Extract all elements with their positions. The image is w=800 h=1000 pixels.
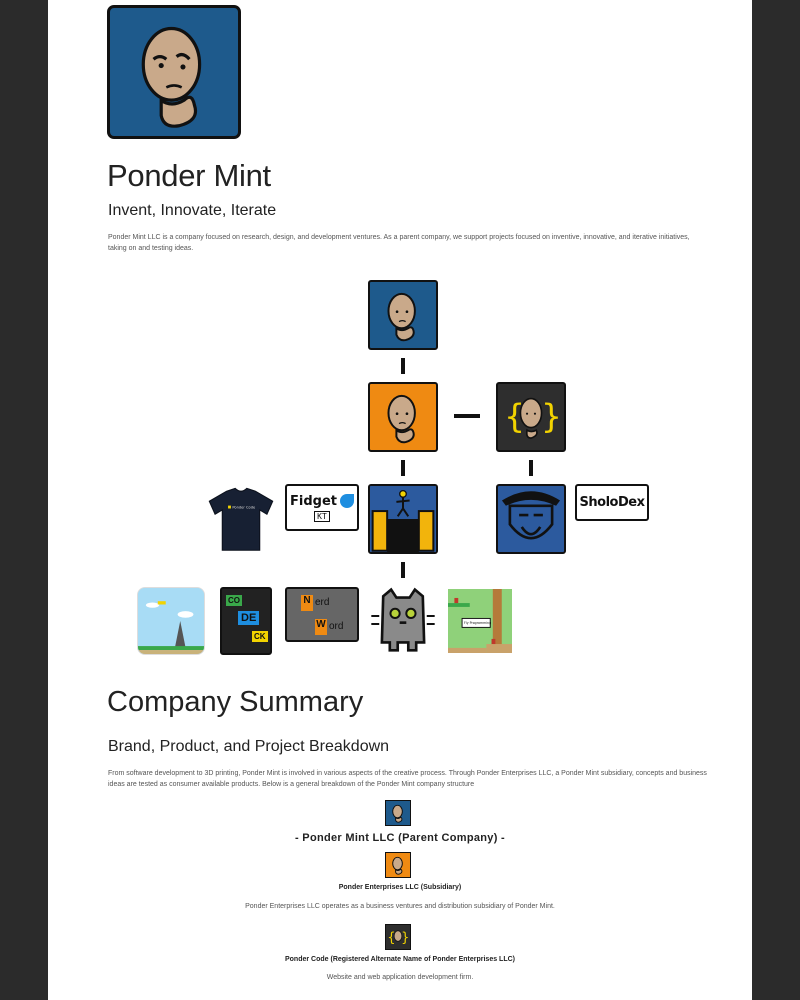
- pixel-cat-product[interactable]: [370, 585, 436, 655]
- parent-company-name: - Ponder Mint LLC (Parent Company) -: [294, 832, 506, 844]
- connector: [454, 414, 480, 418]
- page-subtitle: Invent, Innovate, Iterate: [108, 202, 277, 219]
- ponder-code-tile[interactable]: { }: [496, 382, 566, 452]
- code-braces-face-icon: { }: [505, 397, 562, 439]
- tshirt-icon: Ponder Code: [208, 487, 274, 551]
- summary-title: Company Summary: [107, 686, 364, 718]
- connector: [529, 460, 533, 476]
- fidget-sub-label: KT: [314, 510, 330, 522]
- connector: [401, 460, 405, 476]
- platformer-game[interactable]: Fly Programming: [448, 587, 512, 655]
- thinker-face-icon: [141, 26, 202, 128]
- ponder-code-small-logo: { }: [385, 924, 411, 950]
- ponder-code-description: Website and web application development …: [326, 974, 474, 981]
- summary-paragraph: From software development to 3D printing…: [108, 770, 707, 788]
- thinker-face-icon: [387, 292, 416, 342]
- ponder-mint-small-logo: [385, 800, 411, 826]
- shirt-text: Ponder Code: [232, 505, 256, 509]
- word-w: W: [315, 619, 327, 635]
- nerd-erd: erd: [315, 597, 330, 608]
- ponder-code-name: Ponder Code (Registered Alternate Name o…: [284, 956, 515, 963]
- word-ord: ord: [329, 621, 344, 632]
- sholodex-tile[interactable]: SholoDex: [575, 484, 649, 521]
- subsidiary-description: Ponder Enterprises LLC operates as a bus…: [245, 903, 555, 910]
- platformer-scene-icon: Fly Programming: [448, 589, 512, 653]
- nerd-n: N: [301, 595, 313, 611]
- svg-text:}: }: [542, 397, 562, 436]
- nerd-word-tile[interactable]: N erd W ord: [285, 587, 359, 642]
- fidget-kt-tile[interactable]: Fidget KT: [285, 484, 359, 531]
- gaming-tile[interactable]: [368, 484, 438, 554]
- ponder-enterprises-small-logo: [385, 852, 411, 878]
- connector: [401, 358, 405, 374]
- tshirt-product[interactable]: Ponder Code: [204, 484, 278, 556]
- gate-figure-icon: [370, 486, 436, 552]
- codeck-de: DE: [238, 611, 260, 625]
- page: Ponder Mint Invent, Innovate, Iterate Po…: [48, 0, 752, 1000]
- codeck-ck: CK: [252, 631, 268, 642]
- game-scene-icon: [138, 588, 204, 654]
- hat-character-icon: [501, 491, 561, 540]
- code-braces-face-icon: { }: [387, 930, 409, 945]
- connector: [401, 562, 405, 578]
- svg-text:}: }: [401, 930, 409, 945]
- page-title: Ponder Mint: [107, 158, 271, 193]
- thinker-face-icon: [392, 804, 403, 823]
- ponder-mint-logo: [107, 5, 241, 139]
- intro-paragraph: Ponder Mint LLC is a company focused on …: [108, 234, 690, 252]
- thinker-face-icon: [387, 394, 416, 444]
- summary-subtitle: Brand, Product, and Project Breakdown: [108, 738, 390, 755]
- fidget-label: Fidget: [290, 493, 337, 509]
- thinker-face-icon: [392, 856, 403, 875]
- game-sign-text: Fly Programming: [464, 621, 491, 625]
- codeck-tile[interactable]: CO DE CK: [220, 587, 272, 655]
- subsidiary-name: Ponder Enterprises LLC (Subsidiary): [338, 884, 462, 891]
- ponder-mint-tile[interactable]: [368, 280, 438, 350]
- codeck-co: CO: [226, 595, 242, 606]
- swoosh-icon: [339, 494, 354, 508]
- sholodex-label: SholoDex: [579, 495, 645, 510]
- ponder-enterprises-tile[interactable]: [368, 382, 438, 452]
- flappy-game-app[interactable]: [137, 587, 205, 655]
- sholodex-character-tile[interactable]: [496, 484, 566, 554]
- pixel-cat-icon: [371, 587, 435, 652]
